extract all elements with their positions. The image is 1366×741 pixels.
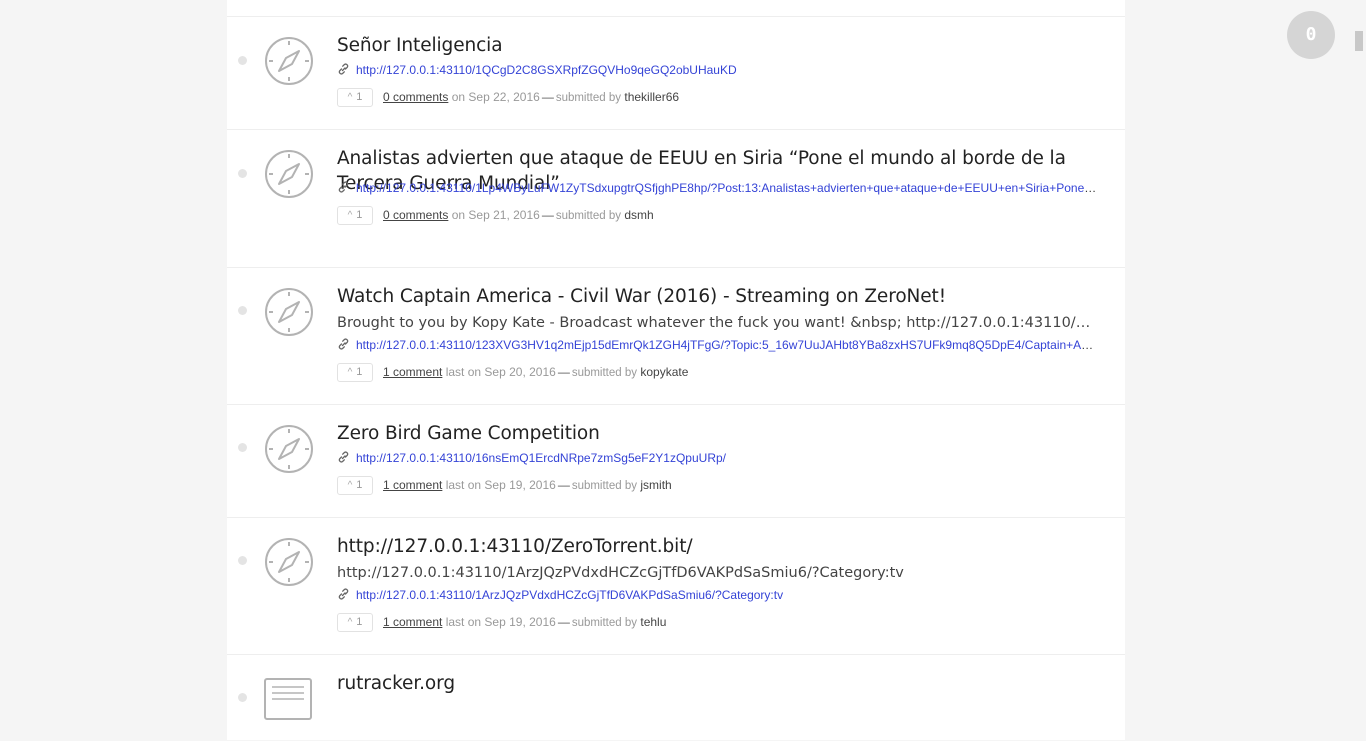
topic-meta: ^ 1 1 comment last on Sep 20, 2016— submitt… <box>337 362 688 383</box>
topic-url-line: http://127.0.0.1:43110/123XVG3HV1q2mEjp1… <box>337 337 1099 353</box>
topic-title[interactable]: Señor Inteligencia <box>337 33 1107 58</box>
topic-url-link[interactable]: http://127.0.0.1:43110/1ArzJQzPVdxdHCZcG… <box>356 588 783 602</box>
topic-item: Zero Bird Game Competition http://127.0.… <box>227 404 1125 518</box>
topic-meta: ^ 1 0 comments on Sep 22, 2016— submitted b… <box>337 87 679 108</box>
topic-body: http://127.0.0.1:43110/1ArzJQzPVdxdHCZcG… <box>337 565 904 581</box>
submitted-by-label: submitted by <box>555 210 622 222</box>
upvote-button[interactable]: ^ 1 <box>337 206 373 226</box>
topic-url-line: http://127.0.0.1:43110/1QCgD2C8GSXRpfZGQ… <box>337 62 1099 78</box>
upvote-button[interactable]: ^ 1 <box>337 88 373 108</box>
compass-icon <box>264 149 314 199</box>
topic-date: Sep 19, 2016 <box>484 478 556 492</box>
vote-count: 1 <box>356 479 363 492</box>
vote-count: 1 <box>356 91 363 104</box>
comments-link[interactable]: 0 comments <box>383 90 448 104</box>
submitted-by-label: submitted by <box>571 367 638 379</box>
separator: — <box>541 90 554 104</box>
unread-dot <box>238 556 247 565</box>
link-icon <box>337 451 350 463</box>
link-icon <box>337 588 350 600</box>
date-prefix: on <box>451 208 466 222</box>
topic-author[interactable]: kopykate <box>640 365 688 379</box>
upvote-button[interactable]: ^ 1 <box>337 363 373 383</box>
topic-item: Analistas advierten que ataque de EEUU e… <box>227 129 1125 268</box>
compass-icon <box>264 424 314 474</box>
date-prefix: last on <box>445 615 482 629</box>
topic-author[interactable]: thekiller66 <box>624 90 679 104</box>
chevron-up-icon: ^ <box>347 617 353 629</box>
date-prefix: last on <box>445 478 482 492</box>
topic-meta: ^ 1 0 comments on Sep 21, 2016— submitted b… <box>337 205 654 226</box>
upvote-button[interactable]: ^ 1 <box>337 476 373 496</box>
topic-item: http://127.0.0.1:43110/ZeroTorrent.bit/ … <box>227 517 1125 655</box>
separator: — <box>557 478 570 492</box>
unread-dot <box>238 306 247 315</box>
link-icon <box>337 181 350 193</box>
upvote-button[interactable]: ^ 1 <box>337 613 373 633</box>
topic-url-link[interactable]: http://127.0.0.1:43110/16nsEmQ1ErcdNRpe7… <box>356 451 726 465</box>
comments-link[interactable]: 1 comment <box>383 365 442 379</box>
topic-url-line: http://127.0.0.1:43110/1Lp4WByLuFW1ZyTSd… <box>337 180 1099 196</box>
compass-icon <box>264 537 314 587</box>
date-prefix: on <box>451 90 466 104</box>
topic-meta: ^ 1 1 comment last on Sep 19, 2016— submitt… <box>337 475 672 496</box>
chevron-up-icon: ^ <box>347 92 353 104</box>
topic-date: Sep 20, 2016 <box>484 365 556 379</box>
scrollbar-thumb[interactable] <box>1355 31 1363 51</box>
topic-title[interactable]: http://127.0.0.1:43110/ZeroTorrent.bit/ <box>337 534 1107 559</box>
compass-icon <box>264 287 314 337</box>
topic-title[interactable]: Watch Captain America - Civil War (2016)… <box>337 284 1107 309</box>
unread-dot <box>238 693 247 702</box>
compass-icon <box>264 36 314 86</box>
topic-meta: ^ 1 1 comment last on Sep 19, 2016— submitt… <box>337 612 666 633</box>
date-prefix: last on <box>445 365 482 379</box>
chevron-up-icon: ^ <box>347 210 353 222</box>
separator: — <box>557 365 570 379</box>
separator: — <box>541 208 554 222</box>
comments-link[interactable]: 0 comments <box>383 208 448 222</box>
vote-count: 1 <box>356 366 363 379</box>
document-icon <box>264 678 314 728</box>
submitted-by-label: submitted by <box>555 92 622 104</box>
vote-count: 1 <box>356 616 363 629</box>
link-icon <box>337 338 350 350</box>
topic-title[interactable]: Zero Bird Game Competition <box>337 421 1107 446</box>
link-icon <box>337 63 350 75</box>
topic-title[interactable]: rutracker.org <box>337 671 1107 696</box>
notification-badge[interactable]: 0 <box>1287 11 1335 59</box>
topic-url-link[interactable]: http://127.0.0.1:43110/1Lp4WByLuFW1ZyTSd… <box>356 181 1099 195</box>
topic-author[interactable]: dsmh <box>624 208 653 222</box>
comments-link[interactable]: 1 comment <box>383 478 442 492</box>
topic-url-link[interactable]: http://127.0.0.1:43110/123XVG3HV1q2mEjp1… <box>356 338 1099 352</box>
comments-link[interactable]: 1 comment <box>383 615 442 629</box>
topic-date: Sep 21, 2016 <box>468 208 540 222</box>
topic-url-line: http://127.0.0.1:43110/1ArzJQzPVdxdHCZcG… <box>337 587 1099 603</box>
topic-date: Sep 22, 2016 <box>468 90 540 104</box>
chevron-up-icon: ^ <box>347 367 353 379</box>
topic-body: Brought to you by Kopy Kate - Broadcast … <box>337 315 1099 331</box>
unread-dot <box>238 443 247 452</box>
topic-date: Sep 19, 2016 <box>484 615 556 629</box>
submitted-by-label: submitted by <box>571 480 638 492</box>
topic-url-line: http://127.0.0.1:43110/16nsEmQ1ErcdNRpe7… <box>337 450 1099 466</box>
submitted-by-label: submitted by <box>571 617 638 629</box>
topic-item: Señor Inteligencia http://127.0.0.1:4311… <box>227 16 1125 130</box>
vote-count: 1 <box>356 209 363 222</box>
separator: — <box>557 615 570 629</box>
unread-dot <box>238 169 247 178</box>
unread-dot <box>238 56 247 65</box>
topic-list: Señor Inteligencia http://127.0.0.1:4311… <box>227 0 1125 740</box>
topic-author[interactable]: jsmith <box>640 478 671 492</box>
topic-url-link[interactable]: http://127.0.0.1:43110/1QCgD2C8GSXRpfZGQ… <box>356 63 737 77</box>
chevron-up-icon: ^ <box>347 480 353 492</box>
topic-item: rutracker.org <box>227 654 1125 741</box>
topic-item: Watch Captain America - Civil War (2016)… <box>227 267 1125 405</box>
topic-author[interactable]: tehlu <box>640 615 666 629</box>
